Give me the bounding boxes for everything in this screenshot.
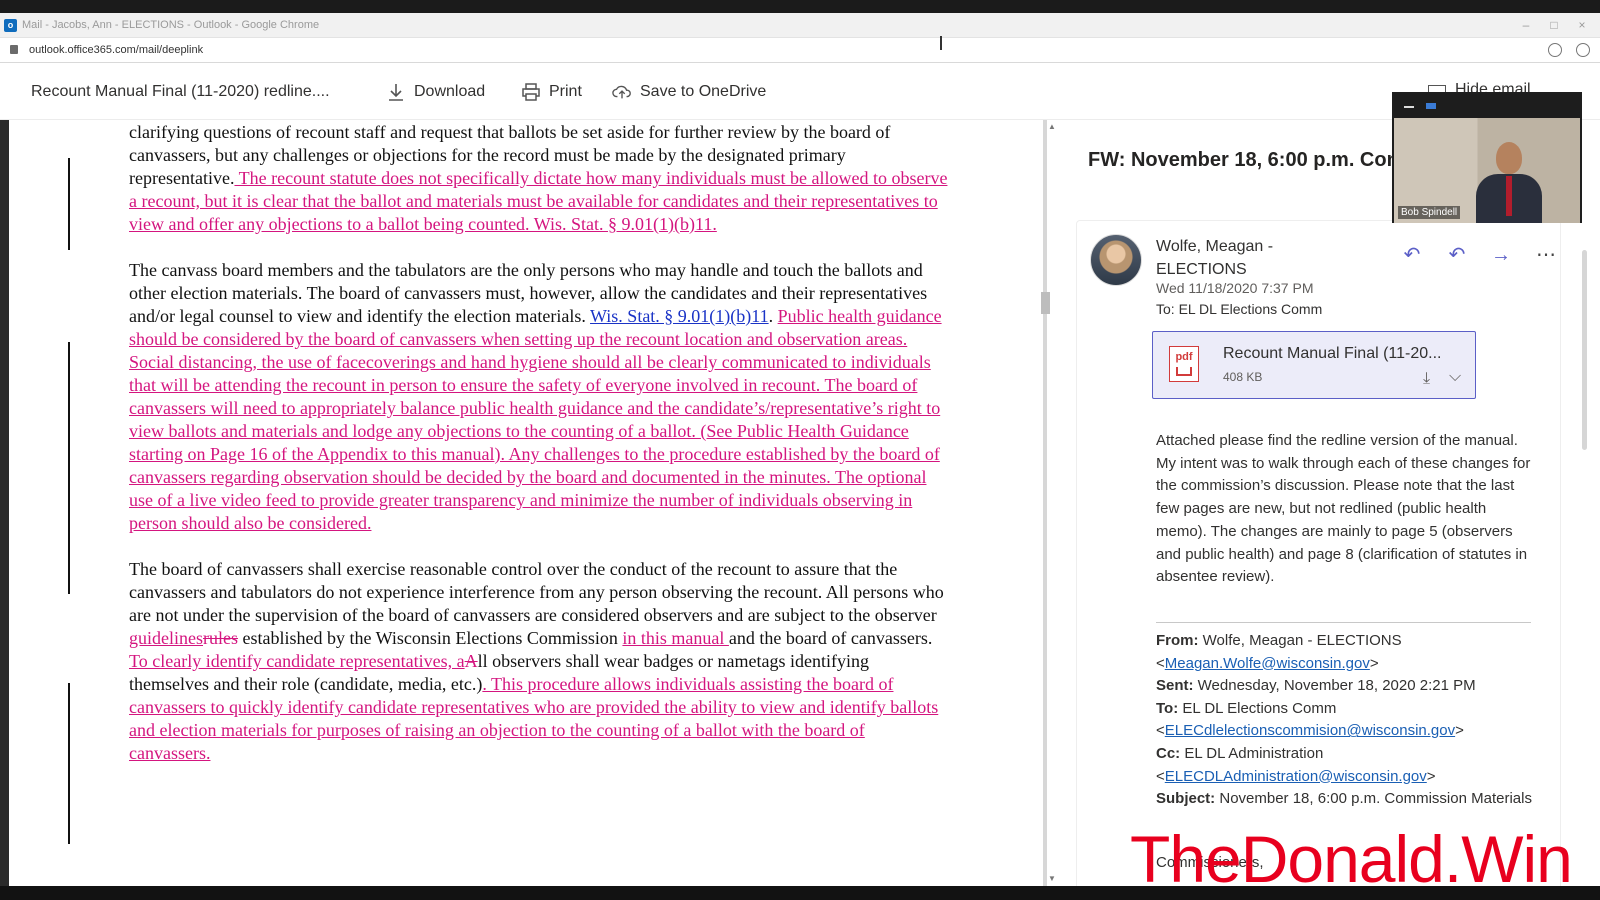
body-text: and the board of canvassers. (728, 628, 933, 648)
forward-divider (1156, 622, 1531, 623)
inserted-text: guidelines (129, 628, 203, 648)
body-text: established by the Wisconsin Elections C… (238, 628, 623, 648)
document-paragraph: The canvass board members and the tabula… (129, 259, 949, 535)
document-scrollbar[interactable]: ▲ ▼ (1040, 120, 1060, 886)
text-cursor (940, 36, 942, 50)
address-bar[interactable]: outlook.office365.com/mail/deeplink (0, 38, 1600, 63)
to-name: EL DL Elections Comm (1178, 699, 1337, 717)
url-text[interactable]: outlook.office365.com/mail/deeplink (29, 44, 203, 56)
from-email-link[interactable]: Meagan.Wolfe@wisconsin.gov (1165, 655, 1370, 672)
fwd-to: To: EL DL Elections Comm <ELECdlelections… (1156, 699, 1464, 740)
minimize-video-icon[interactable] (1404, 106, 1414, 108)
change-bar (68, 683, 70, 844)
cc-email-link[interactable]: ELECDLAdministration@wisconsin.gov (1165, 768, 1427, 785)
document-left-edge (0, 120, 9, 886)
document-preview[interactable]: clarifying questions of recount staff an… (0, 120, 1040, 886)
subject-value: November 18, 6:00 p.m. Commission Materi… (1215, 790, 1532, 808)
fwd-from: From: Wolfe, Meagan - ELECTIONS <Meagan.W… (1156, 632, 1402, 672)
participant-name: Bob Spindell (1398, 206, 1461, 219)
cloud-upload-icon (612, 85, 631, 99)
print-label: Print (549, 83, 582, 100)
chevron-down-icon[interactable]: ⌵ (1449, 368, 1461, 386)
video-camera-icon[interactable] (1426, 103, 1436, 109)
cc-label: Cc: (1156, 744, 1181, 762)
scroll-thumb[interactable] (1041, 292, 1050, 314)
reply-all-icon[interactable]: ↶ (1446, 244, 1468, 266)
body-text: . (768, 306, 778, 326)
attachment-name: Recount Manual Final (11-20... (1223, 345, 1442, 362)
recipient-line: To: EL DL Elections Comm (1156, 301, 1323, 317)
download-button[interactable]: Download (386, 81, 485, 103)
participant-tie (1506, 176, 1512, 216)
maximize-icon[interactable]: □ (1539, 16, 1569, 34)
change-bar (68, 342, 70, 594)
sent-date: Wed 11/18/2020 7:37 PM (1156, 280, 1314, 296)
close-icon[interactable]: × (1567, 16, 1597, 34)
print-button[interactable]: Print (521, 81, 582, 103)
screen-bottom-bar (0, 886, 1600, 900)
reply-icon[interactable]: ↶ (1401, 244, 1423, 266)
zoom-icon[interactable] (1576, 43, 1590, 57)
document-paragraph: clarifying questions of recount staff an… (129, 121, 949, 236)
watermark: TheDonald.Win (1130, 822, 1573, 896)
document-title: Recount Manual Final (11-2020) redline..… (31, 83, 330, 100)
from-name: Wolfe, Meagan - ELECTIONS (1198, 632, 1402, 649)
scroll-track (1043, 120, 1047, 886)
from-label: From: (1156, 632, 1199, 649)
attachment-download-icon[interactable]: ⤓ (1423, 370, 1430, 388)
inserted-text: The recount statute does not specificall… (129, 168, 948, 234)
reading-pane-scrollbar[interactable] (1582, 250, 1587, 450)
sent-value: Wednesday, November 18, 2020 2:21 PM (1193, 677, 1476, 695)
scroll-down-icon[interactable]: ▼ (1048, 874, 1056, 883)
screen-top-bar (0, 0, 1600, 13)
to-label: To: (1156, 699, 1179, 717)
inserted-text: Public health guidance should be conside… (129, 306, 942, 533)
save-label: Save to OneDrive (640, 83, 767, 100)
save-to-onedrive-button[interactable]: Save to OneDrive (612, 81, 766, 103)
minimize-icon[interactable]: – (1511, 16, 1541, 34)
inserted-text: in this manual (622, 628, 729, 648)
install-app-icon[interactable] (1548, 43, 1562, 57)
lock-icon (10, 45, 18, 54)
printer-icon (522, 83, 540, 101)
subject-label: Subject: (1156, 790, 1216, 808)
participant-head (1496, 142, 1522, 174)
body-text: The board of canvassers shall exercise r… (129, 559, 944, 625)
pdf-file-icon: pdf (1169, 346, 1199, 382)
deleted-text: A (464, 651, 478, 671)
document-paragraph: The board of canvassers shall exercise r… (129, 558, 949, 765)
sender-avatar[interactable] (1090, 234, 1142, 286)
attachment-card[interactable]: pdf Recount Manual Final (11-20... 408 K… (1152, 331, 1476, 399)
video-call-overlay[interactable]: Bob Spindell (1392, 92, 1582, 223)
forwarded-headers: From: Wolfe, Meagan - ELECTIONS <Meagan.W… (1156, 630, 1546, 811)
download-icon (389, 84, 403, 101)
window-title: Mail - Jacobs, Ann - ELECTIONS - Outlook… (22, 19, 320, 31)
deleted-text: rules (203, 628, 238, 648)
scroll-up-icon[interactable]: ▲ (1048, 122, 1056, 131)
sender-name[interactable]: Wolfe, Meagan - ELECTIONS (1156, 235, 1366, 281)
email-body: Attached please find the redline version… (1156, 432, 1531, 586)
forward-icon[interactable]: → (1490, 244, 1512, 266)
fwd-subject: Subject: November 18, 6:00 p.m. Commissi… (1156, 788, 1546, 811)
sent-label: Sent: (1156, 677, 1194, 695)
statute-link[interactable]: Wis. Stat. § 9.01(1)(b)11 (590, 306, 769, 326)
download-label: Download (414, 83, 486, 100)
fwd-cc: Cc: EL DL Administration <ELECDLAdministr… (1156, 744, 1436, 785)
browser-title-bar: o Mail - Jacobs, Ann - ELECTIONS - Outlo… (0, 13, 1600, 38)
cc-name: EL DL Administration (1180, 744, 1324, 762)
video-overlay-bar (1394, 94, 1580, 118)
document-text: clarifying questions of recount staff an… (129, 121, 949, 788)
fwd-sent: Sent: Wednesday, November 18, 2020 2:21 … (1156, 675, 1546, 698)
inserted-text: To clearly identify candidate representa… (129, 651, 465, 671)
outlook-app-icon: o (4, 19, 17, 32)
attachment-size: 408 KB (1223, 370, 1263, 384)
more-actions-icon[interactable]: ⋯ (1535, 244, 1557, 266)
change-bar (68, 158, 70, 250)
attachment-viewer-toolbar: Recount Manual Final (11-2020) redline..… (0, 63, 1600, 120)
reading-pane: FW: November 18, 6:00 p.m. Commission Ma… (1060, 120, 1600, 886)
to-email-link[interactable]: ELECdlelectionscommision@wisconsin.gov (1165, 722, 1455, 739)
